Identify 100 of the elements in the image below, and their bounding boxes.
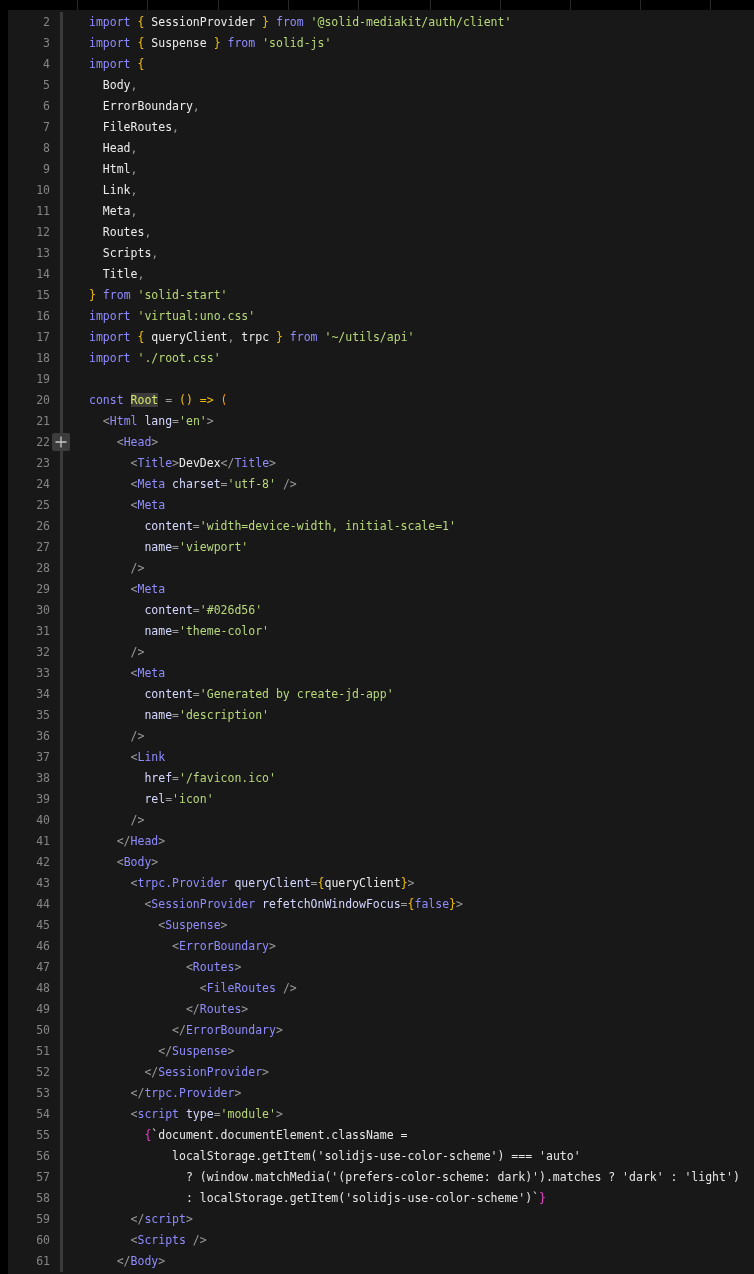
line-number: 47 [35, 958, 50, 976]
code-line: import { [89, 55, 145, 73]
line-number: 5 [42, 76, 50, 94]
code-line: name='viewport' [144, 538, 249, 556]
code-line: import './root.css' [89, 349, 221, 367]
line-number: 12 [35, 223, 50, 241]
code-line: const Root = () => ( [89, 391, 228, 409]
line-number: 34 [35, 685, 50, 703]
plus-icon[interactable] [52, 433, 70, 451]
line-number: 58 [35, 1189, 50, 1207]
code-line: rel='icon' [144, 790, 214, 808]
line-number: 38 [35, 769, 50, 787]
code-line: </script> [130, 1210, 193, 1228]
line-number: 28 [35, 559, 50, 577]
line-number: 21 [35, 412, 50, 430]
line-number: 43 [35, 874, 50, 892]
code-line: import { Suspense } from 'solid-js' [89, 34, 332, 52]
code-line: <trpc.Provider queryClient={queryClient}> [130, 874, 415, 892]
line-number: 7 [42, 118, 50, 136]
line-number: 30 [35, 601, 50, 619]
line-number: 4 [42, 55, 50, 73]
code-line: Title, [102, 265, 145, 283]
line-number: 8 [42, 139, 50, 157]
code-line: <Meta [130, 496, 166, 514]
line-number: 9 [42, 160, 50, 178]
code-line: <FileRoutes /> [199, 979, 297, 997]
code-line: Head, [102, 139, 138, 157]
line-number: 60 [35, 1231, 50, 1249]
code-line: /> [130, 559, 145, 577]
line-number: 44 [35, 895, 50, 913]
code-line: {`document.documentElement.className = [144, 1126, 408, 1144]
line-number: 6 [42, 97, 50, 115]
line-number: 49 [35, 1000, 50, 1018]
line-number: 14 [35, 265, 50, 283]
code-line: </Suspense> [158, 1042, 235, 1060]
code-line: import 'virtual:uno.css' [89, 307, 256, 325]
line-number: 59 [35, 1210, 50, 1228]
code-line: Link, [102, 181, 138, 199]
code-line: name='theme-color' [144, 622, 270, 640]
line-number: 36 [35, 727, 50, 745]
code-line: </Routes> [185, 1000, 249, 1018]
code-line: </Body> [116, 1252, 166, 1270]
code-line: /> [130, 643, 145, 661]
line-number: 26 [35, 517, 50, 535]
line-number: 15 [35, 286, 50, 304]
line-number: 24 [35, 475, 50, 493]
code-line: /> [130, 727, 145, 745]
line-number: 3 [42, 34, 50, 52]
code-line: <Title>DevDex</Title> [130, 454, 276, 472]
line-number: 20 [35, 391, 50, 409]
code-line: name='description' [144, 706, 270, 724]
code-line: <Body> [116, 853, 159, 871]
line-number: 18 [35, 349, 50, 367]
line-number: 50 [35, 1021, 50, 1039]
line-number: 48 [35, 979, 50, 997]
line-number: 33 [35, 664, 50, 682]
line-number: 37 [35, 748, 50, 766]
code-line: <Scripts /> [130, 1231, 207, 1249]
line-number: 17 [35, 328, 50, 346]
code-line: <Head> [116, 433, 159, 451]
code-line: Meta, [102, 202, 138, 220]
line-number: 13 [35, 244, 50, 262]
code-line: <Suspense> [158, 916, 228, 934]
code-line: <Routes> [185, 958, 242, 976]
code-line: <Meta [130, 580, 166, 598]
code-line: Html, [102, 160, 138, 178]
line-number: 41 [35, 832, 50, 850]
line-number: 54 [35, 1105, 50, 1123]
code-line: <Meta charset='utf-8' /> [130, 475, 297, 493]
line-number: 39 [35, 790, 50, 808]
code-line: <Meta [130, 664, 166, 682]
code-line: content='#026d56' [144, 601, 263, 619]
line-number: 27 [35, 538, 50, 556]
code-line: import { SessionProvider } from '@solid-mediakit/auth/client' [89, 13, 512, 31]
code-line: </SessionProvider> [144, 1063, 270, 1081]
code-line: Body, [102, 76, 138, 94]
code-line: <Html lang='en'> [102, 412, 214, 430]
code-line: </Head> [116, 832, 166, 850]
line-number: 23 [35, 454, 50, 472]
code-line: </trpc.Provider> [130, 1084, 242, 1102]
line-number: 32 [35, 643, 50, 661]
code-line: </ErrorBoundary> [172, 1021, 283, 1039]
line-number: 35 [35, 706, 50, 724]
line-number: 22 [35, 433, 50, 451]
line-number: 45 [35, 916, 50, 934]
line-number: 16 [35, 307, 50, 325]
code-line: } from 'solid-start' [89, 286, 228, 304]
line-number: 40 [35, 811, 50, 829]
line-number: 53 [35, 1084, 50, 1102]
code-line: ErrorBoundary, [102, 97, 200, 115]
code-line: ? (window.matchMedia('(prefers-color-scheme: dark)').matches ? 'dark' : 'light') [185, 1168, 740, 1186]
code-line: <SessionProvider refetchOnWindowFocus={false}> [144, 895, 463, 913]
line-number: 57 [35, 1168, 50, 1186]
line-number: 56 [35, 1147, 50, 1165]
code-line: : localStorage.getItem('solidjs-use-color-scheme')`} [185, 1189, 546, 1207]
code-line: localStorage.getItem('solidjs-use-color-scheme') === 'auto' [172, 1147, 581, 1165]
line-number: 46 [35, 937, 50, 955]
line-number: 10 [35, 181, 50, 199]
line-number: 25 [35, 496, 50, 514]
code-line: <script type='module'> [130, 1105, 283, 1123]
